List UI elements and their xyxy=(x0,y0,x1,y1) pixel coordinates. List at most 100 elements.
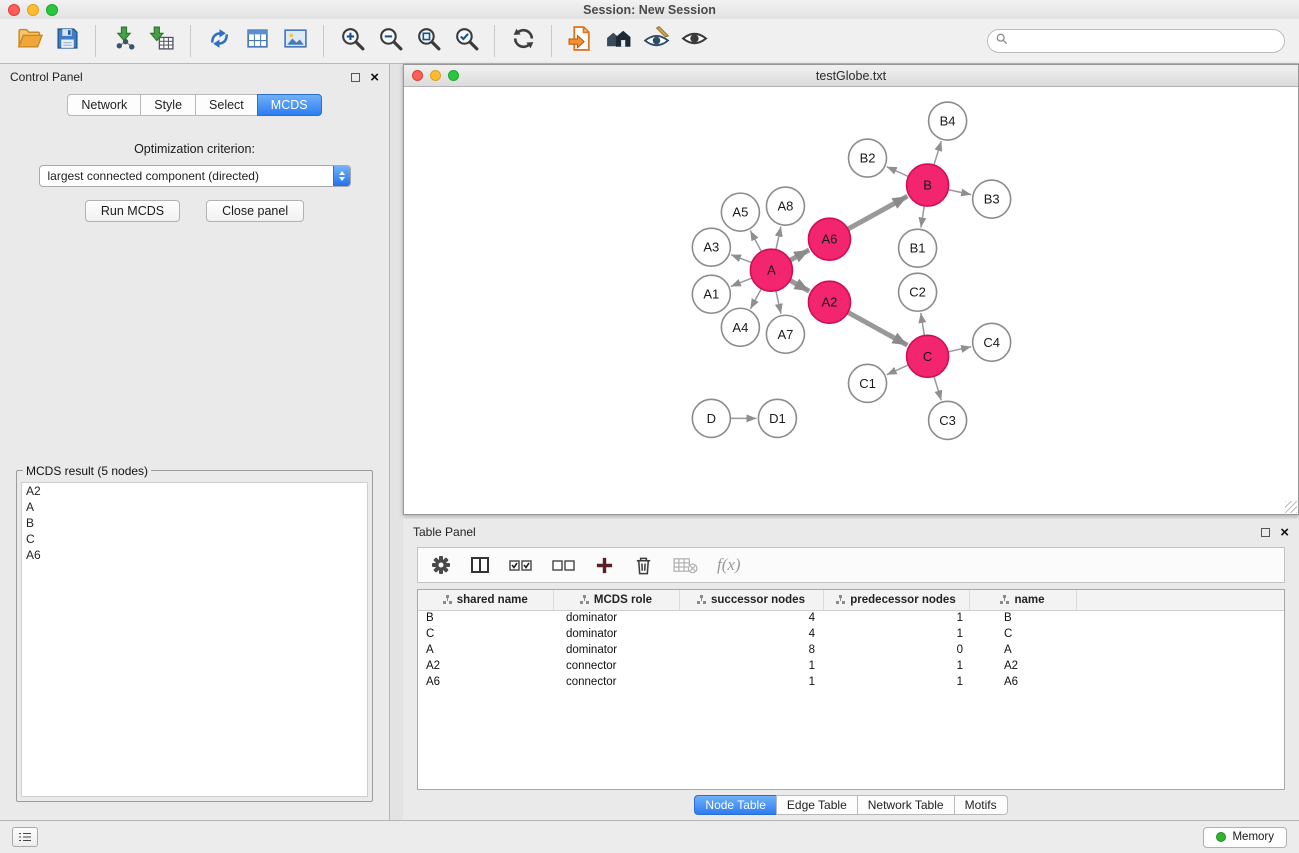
memory-button[interactable]: Memory xyxy=(1203,827,1287,848)
graph-node-B2[interactable]: B2 xyxy=(848,139,886,177)
table-cell[interactable]: connector xyxy=(553,674,679,690)
graph-node-A7[interactable]: A7 xyxy=(766,315,804,353)
graph-edge-A-A2[interactable] xyxy=(790,280,810,291)
deselect-all-icon[interactable] xyxy=(552,556,576,574)
table-cell[interactable]: B xyxy=(418,610,553,626)
graph-edge-A-A3[interactable] xyxy=(731,255,752,263)
table-row[interactable]: Bdominator41B xyxy=(418,610,1284,626)
graph-edge-A-A1[interactable] xyxy=(731,278,752,286)
graph-node-A4[interactable]: A4 xyxy=(721,308,759,346)
add-column-icon[interactable] xyxy=(595,556,614,575)
table-cell[interactable]: 1 xyxy=(679,658,823,674)
delete-column-icon[interactable] xyxy=(633,555,654,576)
save-session-button[interactable] xyxy=(48,22,86,60)
close-window-button[interactable] xyxy=(8,4,20,16)
graph-node-C2[interactable]: C2 xyxy=(899,273,937,311)
table-cell[interactable]: C xyxy=(969,626,1076,642)
zoom-out-button[interactable] xyxy=(371,22,409,60)
graph-node-C4[interactable]: C4 xyxy=(973,323,1011,361)
table-cell[interactable]: A2 xyxy=(418,658,553,674)
graph-edge-C-C1[interactable] xyxy=(887,365,909,375)
tab-style[interactable]: Style xyxy=(140,94,196,116)
network-minimize-button[interactable] xyxy=(430,70,441,81)
table-cell[interactable]: connector xyxy=(553,658,679,674)
graph-edge-C-C3[interactable] xyxy=(934,376,941,400)
graph-node-C3[interactable]: C3 xyxy=(929,401,967,439)
table-cell[interactable]: A6 xyxy=(969,674,1076,690)
network-maximize-button[interactable] xyxy=(448,70,459,81)
result-item[interactable]: A2 xyxy=(22,483,367,499)
table-cell[interactable]: 1 xyxy=(679,674,823,690)
table-row[interactable]: A6connector11A6 xyxy=(418,674,1284,690)
table-cell[interactable]: A2 xyxy=(969,658,1076,674)
clone-network-button[interactable] xyxy=(200,22,238,60)
zoom-fit-button[interactable] xyxy=(409,22,447,60)
table-row[interactable]: Adominator80A xyxy=(418,642,1284,658)
graph-node-A5[interactable]: A5 xyxy=(721,193,759,231)
import-network-button[interactable] xyxy=(105,22,143,60)
table-cell[interactable]: 1 xyxy=(823,674,969,690)
zoom-selected-button[interactable] xyxy=(447,22,485,60)
column-header[interactable]: MCDS role xyxy=(553,590,679,610)
result-item[interactable]: B xyxy=(22,515,367,531)
table-cell[interactable]: dominator xyxy=(553,626,679,642)
graph-node-A1[interactable]: A1 xyxy=(692,275,730,313)
tab-edge-table[interactable]: Edge Table xyxy=(776,795,858,815)
graph-node-B[interactable]: B xyxy=(907,164,949,206)
float-table-panel-icon[interactable] xyxy=(1261,528,1270,537)
resize-grip[interactable] xyxy=(1285,501,1297,513)
tab-node-table[interactable]: Node Table xyxy=(694,795,777,815)
import-table-button[interactable] xyxy=(143,22,181,60)
table-cell[interactable]: 8 xyxy=(679,642,823,658)
graph-node-A8[interactable]: A8 xyxy=(766,187,804,225)
column-header[interactable]: shared name xyxy=(418,590,553,610)
graph-edge-C-C2[interactable] xyxy=(921,313,925,336)
graph-edge-A-A8[interactable] xyxy=(776,227,781,250)
run-mcds-button[interactable]: Run MCDS xyxy=(85,200,180,222)
graph-edge-B-B4[interactable] xyxy=(934,141,941,165)
graph-node-A2[interactable]: A2 xyxy=(808,281,850,323)
maximize-window-button[interactable] xyxy=(46,4,58,16)
graph-edge-C-C4[interactable] xyxy=(948,347,971,352)
table-cell[interactable]: C xyxy=(418,626,553,642)
table-cell[interactable]: 0 xyxy=(823,642,969,658)
graph-edge-A-A7[interactable] xyxy=(776,291,781,314)
table-cell[interactable]: dominator xyxy=(553,610,679,626)
result-item[interactable]: A xyxy=(22,499,367,515)
table-cell[interactable]: dominator xyxy=(553,642,679,658)
table-cell[interactable]: 1 xyxy=(823,610,969,626)
graph-node-B3[interactable]: B3 xyxy=(973,180,1011,218)
column-header[interactable]: name xyxy=(969,590,1076,610)
table-cell[interactable]: B xyxy=(969,610,1076,626)
minimize-window-button[interactable] xyxy=(27,4,39,16)
table-cell[interactable]: 1 xyxy=(823,626,969,642)
column-header[interactable]: successor nodes xyxy=(679,590,823,610)
column-header[interactable]: predecessor nodes xyxy=(823,590,969,610)
tab-network[interactable]: Network xyxy=(67,94,141,116)
tab-network-table[interactable]: Network Table xyxy=(857,795,955,815)
result-item[interactable]: C xyxy=(22,531,367,547)
network-canvas[interactable]: AA6A2BCA1A3A4A5A7A8B1B2B3B4C1C2C3C4DD1 xyxy=(404,87,1298,514)
graph-edge-A-A6[interactable] xyxy=(790,250,809,260)
result-item[interactable]: A6 xyxy=(22,547,367,563)
graph-node-A[interactable]: A xyxy=(750,249,792,291)
graph-node-B4[interactable]: B4 xyxy=(929,102,967,140)
network-table-button[interactable] xyxy=(238,22,276,60)
graph-node-C[interactable]: C xyxy=(907,335,949,377)
graphics-toggle-button[interactable] xyxy=(675,22,713,60)
optimization-dropdown[interactable]: largest connected component (directed) xyxy=(39,165,351,187)
search-input[interactable] xyxy=(1013,34,1276,48)
graph-node-A3[interactable]: A3 xyxy=(692,228,730,266)
zoom-in-button[interactable] xyxy=(333,22,371,60)
columns-icon[interactable] xyxy=(470,555,490,575)
graph-edge-A-A5[interactable] xyxy=(750,231,761,252)
gear-icon[interactable] xyxy=(431,555,451,575)
graph-edge-B-B1[interactable] xyxy=(921,206,924,228)
close-panel-button[interactable]: Close panel xyxy=(206,200,304,222)
table-cell[interactable]: A xyxy=(969,642,1076,658)
tab-select[interactable]: Select xyxy=(195,94,258,116)
float-panel-icon[interactable] xyxy=(351,73,360,82)
table-row[interactable]: A2connector11A2 xyxy=(418,658,1284,674)
graph-node-D1[interactable]: D1 xyxy=(758,399,796,437)
tab-motifs[interactable]: Motifs xyxy=(954,795,1008,815)
